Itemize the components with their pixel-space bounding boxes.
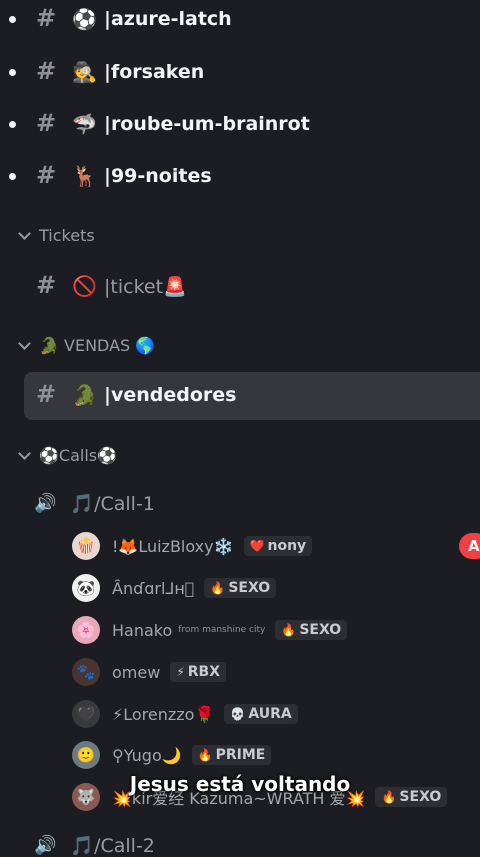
category-label: 🐊 VENDAS 🌎 (39, 336, 156, 355)
avatar: 🙂 (72, 741, 100, 769)
channel-name: |vendedores (104, 384, 237, 406)
tag-label: nony (267, 538, 307, 554)
avatar: 🖤 (72, 700, 100, 728)
unread-dot-icon (9, 173, 16, 180)
channel-vendedores[interactable]: # 🐊 |vendedores (0, 373, 480, 419)
avatar: 🐾 (72, 658, 100, 686)
voice-channel-name: 🎵/Call-1 (70, 493, 155, 515)
avatar: 🐼 (72, 574, 100, 602)
channel-name: |azure-latch (104, 8, 232, 30)
channel-azure-latch[interactable]: # ⚽ |azure-latch (0, 0, 480, 46)
channel-emoji: 🦌 (72, 164, 97, 188)
member-tag: ⚡ RBX (170, 662, 226, 682)
tag-icon: 🔥 (210, 581, 226, 595)
tag-icon: ❤️ (249, 539, 265, 553)
tag-icon: 💀 (230, 707, 246, 721)
category-calls[interactable]: ⚽Calls⚽ (18, 446, 118, 465)
chevron-down-icon (18, 447, 31, 460)
avatar: 🌸 (72, 616, 100, 644)
notification-badge: A (459, 533, 480, 559)
channel-name: |99-noites (104, 165, 212, 187)
unread-dot-icon (9, 121, 16, 128)
member-name: ⚡Lorenzzo🌹 (112, 704, 215, 724)
member-name: Ȃnɗɑrl⅃ʜ⃠ (112, 578, 195, 598)
channel-ticket[interactable]: # 🚫 |ticket🚨 (0, 264, 480, 310)
hash-icon: # (36, 109, 57, 137)
tag-label: RBX (187, 664, 220, 680)
voice-member[interactable]: 🐾 omew ⚡ RBX (72, 655, 226, 689)
channel-99-noites[interactable]: # 🦌 |99-noites (0, 154, 480, 200)
tag-label: AURA (248, 706, 292, 722)
voice-member[interactable]: 🍿 !🦊LuizBloxy❄️ ❤️ nony (72, 529, 313, 563)
member-tag: 🔥 PRIME (191, 745, 272, 765)
hash-icon: # (36, 57, 57, 85)
channel-roube-um-brainrot[interactable]: # 🦈 |roube-um-brainrot (0, 102, 480, 148)
hash-icon: # (36, 4, 57, 32)
hash-icon: # (36, 271, 57, 299)
channel-emoji: 🐊 (72, 383, 97, 407)
category-vendas[interactable]: 🐊 VENDAS 🌎 (18, 336, 156, 355)
tag-label: PRIME (215, 747, 266, 763)
channel-emoji: ⚽ (72, 7, 97, 31)
chevron-down-icon (18, 337, 31, 350)
chevron-down-icon (18, 227, 31, 240)
unread-dot-icon (9, 16, 16, 23)
avatar: 🍿 (72, 532, 100, 560)
member-name: Hanako (112, 620, 173, 640)
channel-forsaken[interactable]: # 🕵️ |forsaken (0, 50, 480, 96)
tag-icon: ⚡ (176, 665, 185, 679)
member-subtitle: from manshine city (178, 625, 266, 635)
category-label: ⚽Calls⚽ (39, 446, 118, 465)
member-name: omew (112, 662, 161, 682)
channel-name: |roube-um-brainrot (104, 113, 310, 135)
voice-member[interactable]: 🌸 Hanako from manshine city 🔥 SEXO (72, 613, 348, 647)
speaker-icon: 🔊 (34, 835, 57, 856)
voice-member[interactable]: 🐼 Ȃnɗɑrl⅃ʜ⃠ 🔥 SEXO (72, 571, 277, 605)
member-tag: 💀 AURA (224, 704, 298, 724)
channel-emoji: 🕵️ (72, 60, 97, 84)
tag-icon: 🔥 (197, 748, 213, 762)
hash-icon: # (36, 161, 57, 189)
member-name: ⚲Yugo🌙 (112, 745, 182, 765)
tag-label: SEXO (299, 622, 342, 638)
voice-member[interactable]: 🖤 ⚡Lorenzzo🌹 💀 AURA (72, 697, 298, 731)
unread-dot-icon (9, 69, 16, 76)
member-tag: 🔥 SEXO (204, 578, 277, 598)
category-tickets[interactable]: Tickets (18, 226, 95, 245)
voice-member[interactable]: 🙂 ⚲Yugo🌙 🔥 PRIME (72, 738, 272, 772)
voice-channel-call-1[interactable]: 🔊 🎵/Call-1 (34, 492, 155, 515)
channel-name: |forsaken (104, 61, 205, 83)
tag-label: SEXO (228, 580, 271, 596)
member-name: !🦊LuizBloxy❄️ (112, 536, 234, 556)
member-tag: 🔥 SEXO (275, 620, 348, 640)
speaker-icon: 🔊 (34, 493, 57, 514)
channel-name: |ticket🚨 (104, 276, 187, 298)
tag-icon: 🔥 (281, 623, 297, 637)
channel-emoji: 🦈 (72, 112, 97, 136)
member-tag: ❤️ nony (243, 536, 313, 556)
category-label: Tickets (39, 226, 95, 245)
video-caption: Jesus está voltando (129, 772, 351, 796)
channel-emoji: 🚫 (72, 274, 97, 298)
hash-icon: # (36, 380, 57, 408)
